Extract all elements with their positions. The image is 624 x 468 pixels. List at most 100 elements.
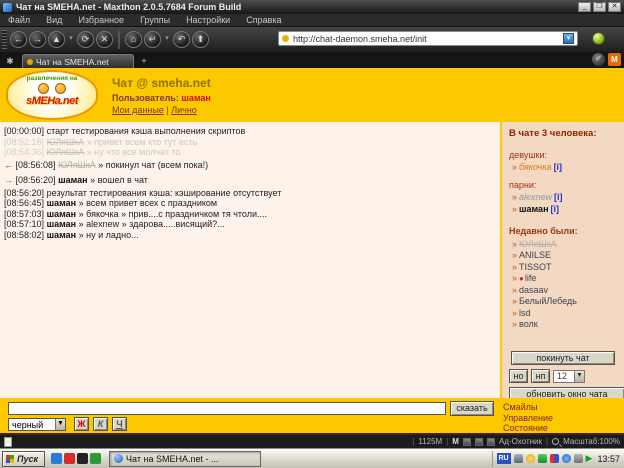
menu-item[interactable]: Вид [46,15,62,25]
go-button[interactable] [592,32,605,45]
my-data-link[interactable]: Мои данные [112,105,164,115]
chat-log[interactable]: [00:00:00] старт тестирования кэша выпол… [0,122,500,398]
menu-item[interactable]: Настройки [186,15,230,25]
recent-user-name[interactable]: TISSOT [519,262,552,272]
quick-launch-icon[interactable] [77,453,88,464]
text-color-select[interactable]: черный ▼ [8,418,66,431]
message-separator: » [87,148,92,157]
font-size-select[interactable]: 12 ▼ [553,370,585,383]
smeha-logo[interactable]: развлечения на sMEHa.net [6,70,98,120]
menu-item[interactable]: Справка [246,15,281,25]
composer-link[interactable]: Смайлы [503,402,553,413]
url-dropdown-icon[interactable]: ▾ [563,33,574,44]
recent-user-name[interactable]: dasaav [519,285,548,295]
toggle-np-button[interactable]: нп [531,369,550,383]
private-link[interactable]: Лично [171,105,197,115]
toolbar-button-icon[interactable]: ⬆ [192,31,209,48]
girls-label: девушки: [509,150,619,160]
recent-user-name[interactable]: ЮЛяШкА [519,239,557,249]
recent-user-name[interactable]: ANILSE [519,250,551,260]
user-name[interactable]: alexnew [519,192,552,202]
logo-face-icon [55,83,66,94]
recent-user-name[interactable]: БелыйЛебедь [519,296,577,306]
adhunter-label[interactable]: Ад-Охотник [499,437,542,446]
page-header: развлечения на sMEHa.net Чат @ smeha.net… [0,68,624,122]
language-indicator[interactable]: RU [497,453,511,464]
quick-launch-icon[interactable] [90,453,101,464]
menu-item[interactable]: Группы [140,15,170,25]
toggle-no-button[interactable]: но [509,369,528,383]
minimize-button[interactable]: _ [578,2,591,12]
maxthon-icon[interactable]: M [608,53,621,66]
underline-button[interactable]: Ч [112,417,127,431]
message-time: [08:56:45] [4,199,44,208]
toolbar-button-icon[interactable]: ✕ [96,31,113,48]
tray-icon[interactable] [574,454,583,463]
favorites-star-icon[interactable]: ✱ [2,55,18,68]
close-button[interactable]: ✕ [608,2,621,12]
composer-link[interactable]: Состояние [503,423,553,434]
recent-user-name[interactable]: lsd [519,308,531,318]
tab-active[interactable]: Чат на SMEHA.net [22,54,134,68]
user-name[interactable]: шаман [519,204,549,214]
direction-arrow-icon: ← [4,161,13,170]
toolbar-button-icon[interactable]: ⌂ [125,31,142,48]
address-bar: ▾ [278,31,578,46]
say-button[interactable]: сказать [450,401,494,416]
message-author: шаман [47,210,77,219]
toolbar-button-icon[interactable] [118,31,120,49]
girls-list: »бякочка[i] [509,162,619,172]
restore-button[interactable]: ❐ [593,2,606,12]
toolbar-grip[interactable] [2,30,7,50]
start-label: Пуск [17,454,38,464]
toolbar-button-icon[interactable]: ▾ [67,31,75,48]
toolbar: ←→▲▾⟳✕⌂↵▾↶⬆ ▾ [0,27,624,52]
bold-button[interactable]: Ж [74,417,89,431]
toolbar-button-icon[interactable]: → [29,31,46,48]
menu-item[interactable]: Файл [8,15,30,25]
title-bar: Чат на SMEHA.net - Maxthon 2.0.5.7684 Fo… [0,0,624,14]
globe-icon[interactable] [487,438,495,446]
start-button[interactable]: Пуск [2,451,45,467]
leave-chat-button[interactable]: покинуть чат [511,351,615,365]
toolbar-button-icon[interactable]: ▲ [48,31,65,48]
separator: | [546,437,548,446]
recent-user-item: »●ЮЛяШкА [512,239,619,249]
page-icon[interactable] [463,438,471,446]
recent-user-name[interactable]: волк [519,319,538,329]
tray-icon[interactable] [538,454,547,463]
tray-icon[interactable] [514,454,523,463]
composer-link[interactable]: Управление [503,413,553,424]
tray-icon[interactable] [526,454,535,463]
chevron-down-icon: ▼ [574,371,584,382]
user-info-link[interactable]: [i] [551,204,560,214]
taskbar-task-button[interactable]: Чат на SMEHA.net - ... [109,451,261,467]
zoom-level[interactable]: Масштаб:100% [563,437,620,446]
status-bar: | 1125M | M Ад-Охотник | Масштаб:100% [0,435,624,448]
message-separator: » [79,231,84,240]
italic-button[interactable]: К [93,417,108,431]
url-input[interactable] [293,34,563,44]
new-tab-button[interactable]: + [137,55,151,68]
play-icon[interactable]: ▶ [586,453,593,464]
logo-faces [8,83,96,94]
toolbar-button-icon[interactable]: ↶ [173,31,190,48]
toolbar-button-icon[interactable]: ← [10,31,27,48]
folder-icon[interactable] [475,438,483,446]
user-info-link[interactable]: [i] [554,162,563,172]
user-name[interactable]: бякочка [519,162,552,172]
quick-launch-icon[interactable] [51,453,62,464]
message-input[interactable] [8,402,446,415]
tray-icon[interactable] [550,454,559,463]
toolbar-button-icon[interactable]: ↵ [144,31,161,48]
user-info-link[interactable]: [i] [554,192,563,202]
quick-launch-icon[interactable] [64,453,75,464]
tray-icon[interactable] [562,454,571,463]
menu-item[interactable]: Избранное [78,15,124,25]
recent-user-name[interactable]: life [525,273,537,283]
toolbar-button-icon[interactable]: ▾ [163,31,171,48]
boys-list: »alexnew[i] »шаман[i] [509,192,619,214]
message-text: ну и ладно... [86,231,138,240]
toolbar-button-icon[interactable]: ⟳ [77,31,94,48]
wand-icon[interactable]: ✐ [592,53,605,66]
